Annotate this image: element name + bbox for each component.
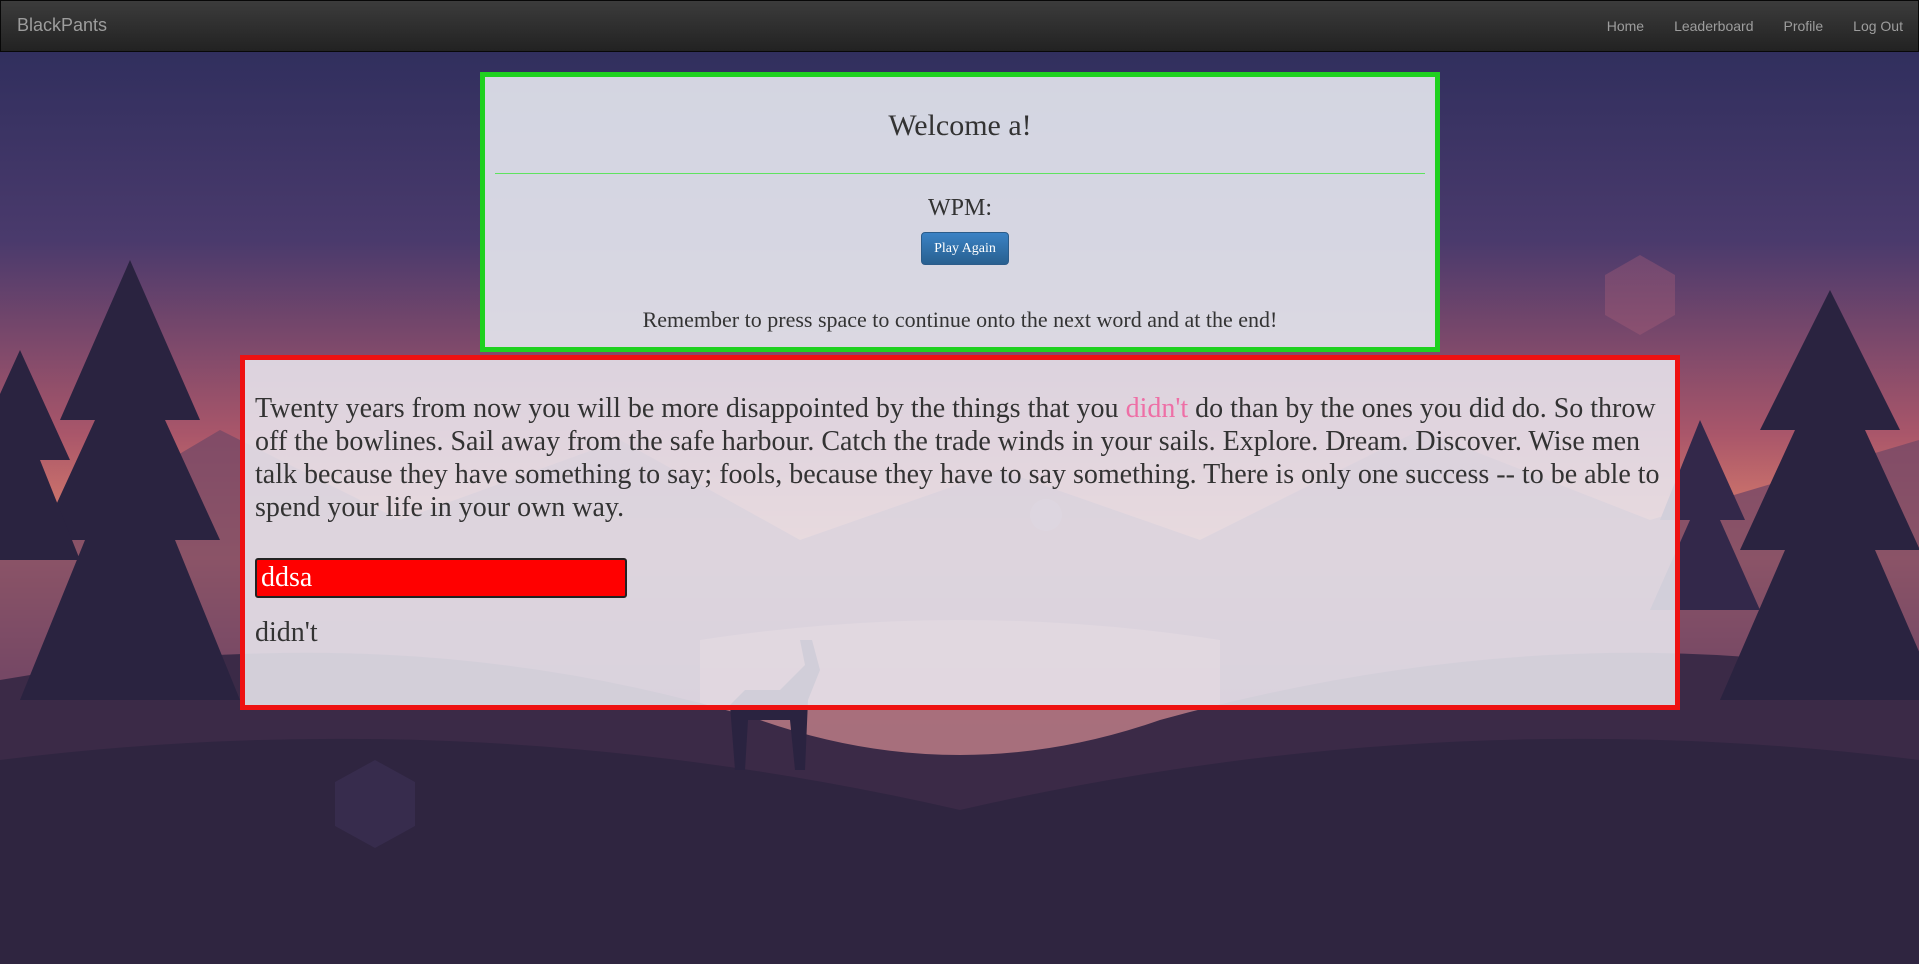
passage-before: Twenty years from now you will be more d… xyxy=(255,393,1126,424)
current-word-highlight: didn't xyxy=(1125,393,1189,424)
wpm-label: WPM: xyxy=(927,195,992,221)
nav-home-link[interactable]: Home xyxy=(1592,1,1659,51)
nav-profile-link[interactable]: Profile xyxy=(1768,1,1838,51)
nav-logout-link[interactable]: Log Out xyxy=(1838,1,1918,51)
reminder-text: Remember to press space to continue onto… xyxy=(642,307,1278,332)
welcome-card: Welcome a! WPM: Play Again Remember to p… xyxy=(480,72,1440,352)
target-word: didn't xyxy=(255,617,318,648)
typing-card: Twenty years from now you will be more d… xyxy=(240,355,1680,710)
play-again-button[interactable]: Play Again xyxy=(921,232,1009,265)
typing-input[interactable] xyxy=(255,558,627,598)
navbar: BlackPants Home Leaderboard Profile Log … xyxy=(0,0,1919,52)
nav-leaderboard-link[interactable]: Leaderboard xyxy=(1659,1,1768,51)
brand-link[interactable]: BlackPants xyxy=(17,15,107,36)
divider xyxy=(495,173,1425,174)
nav-links: Home Leaderboard Profile Log Out xyxy=(1592,1,1918,51)
passage-text: Twenty years from now you will be more d… xyxy=(255,392,1675,524)
welcome-title: Welcome a! xyxy=(888,109,1032,142)
